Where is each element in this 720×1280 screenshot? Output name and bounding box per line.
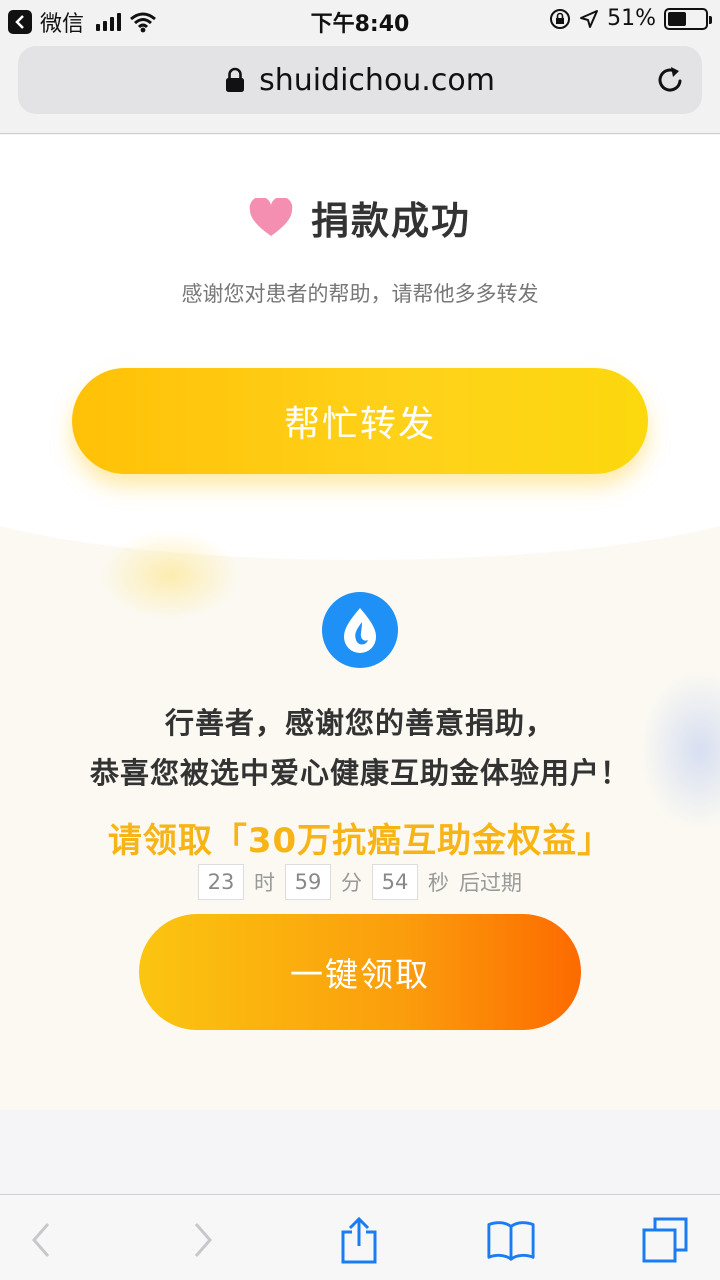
lock-icon (226, 67, 245, 92)
promo-section: 行善者，感谢您的善意捐助， 恭喜您被选中爱心健康互助金体验用户！ 请领取「30万… (0, 520, 720, 1110)
decorative-blob-yellow (100, 530, 240, 620)
success-header: 捐款成功 (0, 190, 720, 245)
promo-offer: 请领取「30万抗癌互助金权益」 (107, 821, 613, 861)
status-bar: 微信 下午8:40 51% (0, 0, 720, 40)
location-icon (580, 9, 599, 28)
countdown-minutes-label: 分 (341, 871, 362, 895)
browser-toolbar (0, 1194, 720, 1280)
thanks-message: 感谢您对患者的帮助，请帮他多多转发 (181, 282, 539, 306)
status-right: 51% (549, 6, 712, 31)
countdown-minutes: 59 (285, 864, 331, 900)
bookmarks-button[interactable] (486, 1215, 536, 1265)
heart-icon (249, 197, 293, 236)
battery-fill (668, 11, 687, 26)
address-bar[interactable]: shuidichou.com (18, 46, 702, 114)
orientation-lock-icon (550, 8, 571, 29)
forward-arrow-icon (194, 1223, 212, 1257)
water-drop-icon (344, 608, 376, 653)
countdown-hours-label: 时 (254, 871, 275, 895)
claim-button[interactable]: 一键领取 (139, 914, 581, 1030)
donation-success-section: 捐款成功 感谢您对患者的帮助，请帮他多多转发 帮忙转发 (0, 135, 720, 535)
tabs-icon (642, 1217, 688, 1263)
battery-percent: 51% (607, 6, 656, 31)
battery-icon (664, 7, 712, 30)
reload-icon[interactable] (654, 64, 686, 96)
countdown-seconds: 54 (372, 864, 418, 900)
countdown-seconds-label: 秒 (428, 871, 449, 895)
promo-line-2: 恭喜您被选中爱心健康互助金体验用户！ (89, 756, 630, 790)
back-button[interactable] (16, 1215, 66, 1265)
url-text[interactable]: shuidichou.com (259, 63, 495, 98)
share-page-button[interactable] (334, 1215, 384, 1265)
forward-button[interactable] (178, 1215, 228, 1265)
water-drop-logo (322, 592, 398, 668)
tabs-button[interactable] (640, 1215, 690, 1265)
countdown-hours: 23 (198, 864, 244, 900)
back-arrow-icon (32, 1223, 50, 1257)
share-button[interactable]: 帮忙转发 (72, 368, 648, 474)
browser-address-area: shuidichou.com (0, 40, 720, 134)
bookmarks-icon (487, 1221, 535, 1261)
success-title: 捐款成功 (310, 199, 471, 243)
share-icon (341, 1216, 377, 1264)
promo-line-1: 行善者，感谢您的善意捐助， (164, 706, 555, 740)
countdown-suffix: 后过期 (459, 871, 522, 895)
countdown-timer: 23 时 59 分 54 秒 后过期 (0, 864, 720, 900)
